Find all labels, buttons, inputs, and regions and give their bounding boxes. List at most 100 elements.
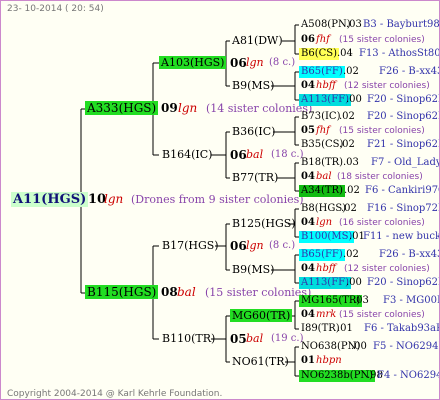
queen-b110-year: 05 <box>230 332 247 346</box>
g4-row-08-sisters: (15 sister colonies) <box>339 126 425 136</box>
root-queen[interactable]: A11(HGS) <box>11 192 89 207</box>
queen-a103-sisters: (8 c.) <box>269 57 296 68</box>
g4-row-21-name[interactable]: I89(TR) <box>301 324 340 334</box>
g4-row-09-name[interactable]: B35(CS) <box>301 140 343 150</box>
g4-row-23-year: 01 <box>301 355 315 366</box>
queen-b17-sisters: (8 c.) <box>269 240 296 251</box>
queen-b115-tag: bal <box>177 285 196 299</box>
queen-b110-sisters: (19 c.) <box>271 333 304 344</box>
queen-b110[interactable]: B110(TR) <box>162 333 215 344</box>
g4-row-13-origin: F16 - Sinop72R <box>367 203 440 214</box>
g4-row-23-tag: hbpn <box>316 355 342 366</box>
queen-b17[interactable]: B17(HGS) <box>162 240 219 251</box>
g4-row-19-origin: F3 - MG00R <box>383 295 440 306</box>
g4-row-02-tag: fhf <box>316 34 330 45</box>
g4-row-01-name[interactable]: A508(PN) <box>301 20 351 30</box>
g4-row-19-year: .03 <box>353 295 369 306</box>
g4-row-12-year: .02 <box>344 185 360 196</box>
g4-row-05-sisters: (12 sister colonies) <box>344 81 430 91</box>
g4-row-18-year: .00 <box>346 277 362 288</box>
g4-row-21-year: .01 <box>337 323 353 334</box>
queen-b17-year: 06 <box>230 239 247 253</box>
g4-row-07-name[interactable]: B73(IC) <box>301 112 340 122</box>
g4-row-04-year: .02 <box>343 66 359 77</box>
g4-row-03-year: .04 <box>337 48 353 59</box>
g4-row-03-origin: F13 - AthosSt80R <box>359 48 440 59</box>
queen-b110-tag: bal <box>246 332 264 345</box>
queen-a103-tag: lgn <box>246 56 264 69</box>
g4-row-16-origin: F26 - B-xx43 <box>379 249 440 260</box>
g4-row-02-sisters: (15 sister colonies) <box>339 35 425 45</box>
g4-row-13-year: .02 <box>341 203 357 214</box>
g4-row-17-year: 04 <box>301 263 315 274</box>
g4-row-10-year: .03 <box>343 157 359 168</box>
g4-row-17-tag: hbff <box>316 263 336 274</box>
queen-a333-sisters: (14 sister colonies) <box>206 102 313 115</box>
generated-timestamp: 23- 10-2014 ( 20: 54) <box>7 4 104 14</box>
queen-a81[interactable]: A81(DW) <box>232 35 283 46</box>
g4-row-09-origin: F21 - Sinop62R <box>367 139 440 150</box>
g4-row-15-origin: F11 - new buckfast <box>363 231 440 242</box>
queen-no61[interactable]: NO61(TR) <box>232 356 289 367</box>
g4-row-15-name[interactable]: B100(MS) <box>299 231 355 243</box>
queen-b115-year: 08 <box>161 285 178 299</box>
g4-row-18-name[interactable]: A113(FF) <box>299 277 351 289</box>
queen-b164-sisters: (18 c.) <box>271 149 304 160</box>
root-drones: (Drones from 9 sister colonies) <box>131 193 304 206</box>
queen-b17-tag: lgn <box>246 239 264 252</box>
g4-row-14-tag: lgn <box>316 217 333 228</box>
g4-row-13-name[interactable]: B8(HGS) <box>301 204 346 214</box>
queen-b164-tag: bal <box>246 148 264 161</box>
g4-row-22-year: .00 <box>351 341 367 352</box>
g4-row-03-name[interactable]: B6(CS) <box>299 48 340 60</box>
g4-row-08-year: 05 <box>301 125 315 136</box>
g4-row-22-origin: F5 - NO6294R <box>373 341 440 352</box>
queen-mg60[interactable]: MG60(TR) <box>230 309 293 322</box>
g4-row-05-year: 04 <box>301 80 315 91</box>
g4-row-20-sisters: (15 sister colonies) <box>339 310 425 320</box>
g4-row-11-year: 04 <box>301 171 315 182</box>
queen-b9-top[interactable]: B9(MS) <box>232 80 274 91</box>
g4-row-08-tag: fhf <box>316 125 330 136</box>
g4-row-07-year: .02 <box>339 111 355 122</box>
queen-a333-tag: lgn <box>178 101 198 115</box>
g4-row-01-year: .03 <box>346 19 362 30</box>
queen-b115[interactable]: B115(HGS) <box>85 285 159 299</box>
g4-row-05-tag: hbff <box>316 80 336 91</box>
g4-row-06-year: .00 <box>346 94 362 105</box>
g4-row-20-year: 04 <box>301 309 315 320</box>
queen-b164[interactable]: B164(IC) <box>162 149 212 160</box>
queen-b115-sisters: (15 sister colonies) <box>205 286 312 299</box>
g4-row-04-name[interactable]: B65(FF) <box>299 66 345 78</box>
g4-row-04-origin: F26 - B-xx43 <box>379 66 440 77</box>
g4-row-09-year: .02 <box>339 139 355 150</box>
g4-row-11-sisters: (18 sister colonies) <box>337 172 423 182</box>
g4-row-18-origin: F20 - Sinop62R <box>367 277 440 288</box>
g4-row-21-origin: F6 - Takab93aR <box>364 323 440 334</box>
g4-row-10-origin: F7 - Old_Lady <box>371 157 440 168</box>
g4-row-10-name[interactable]: B18(TR) <box>301 158 343 168</box>
g4-row-24-name[interactable]: NO6238b(PN) <box>299 370 376 382</box>
queen-b77[interactable]: B77(TR) <box>232 172 278 183</box>
g4-row-11-tag: bal <box>316 171 332 182</box>
queen-a333[interactable]: A333(HGS) <box>85 101 159 115</box>
queen-b125[interactable]: B125(HGS) <box>232 218 296 229</box>
g4-row-02-year: 06 <box>301 34 315 45</box>
g4-row-12-name[interactable]: A34(TR) <box>299 185 345 197</box>
g4-row-16-name[interactable]: B65(FF) <box>299 249 345 261</box>
g4-row-12-origin: F6 - Cankiri97Q <box>365 185 440 196</box>
g4-row-14-sisters: (16 sister colonies) <box>339 218 425 228</box>
queen-b9-bottom[interactable]: B9(MS) <box>232 264 274 275</box>
queen-b164-year: 06 <box>230 148 247 162</box>
queen-a103-year: 06 <box>230 56 247 70</box>
g4-row-01-origin: B3 - Bayburt98-3R <box>363 19 440 30</box>
g4-row-07-origin: F20 - Sinop62R <box>367 111 440 122</box>
queen-a103[interactable]: A103(HGS) <box>159 56 227 69</box>
g4-row-24-origin: F4 - NO6294R <box>377 370 439 381</box>
queen-a333-year: 09 <box>161 101 178 115</box>
g4-row-06-name[interactable]: A113(FF) <box>299 94 351 106</box>
queen-b36[interactable]: B36(IC) <box>232 126 275 137</box>
g4-row-14-year: 04 <box>301 217 315 228</box>
pedigree-frame: 23- 10-2014 ( 20: 54) Copyright 2004-201… <box>0 0 440 400</box>
root-tag: lgn <box>104 192 124 206</box>
